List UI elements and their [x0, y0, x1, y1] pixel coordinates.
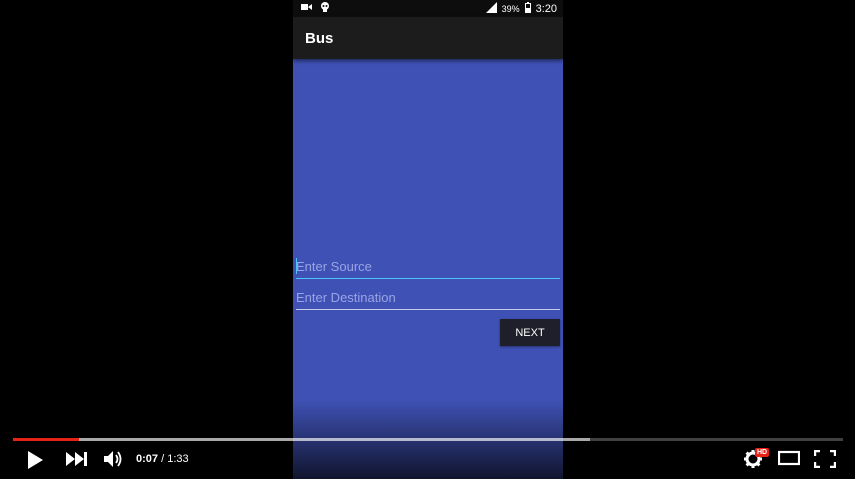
status-time: 3:20 — [535, 3, 557, 15]
battery-icon — [524, 2, 531, 16]
signal-icon — [485, 2, 497, 16]
battery-percent: 39% — [501, 4, 520, 14]
app-title: Bus — [305, 30, 334, 47]
progress-bar[interactable] — [13, 438, 843, 441]
play-icon[interactable] — [26, 450, 44, 475]
buffered-bar — [13, 438, 590, 441]
app-bar: Bus — [293, 17, 563, 59]
hd-badge: HD — [755, 448, 770, 457]
next-video-icon[interactable] — [66, 451, 88, 472]
destination-input[interactable] — [296, 285, 560, 310]
status-bar: 39% 3:20 — [293, 0, 563, 17]
volume-icon[interactable] — [104, 450, 124, 473]
source-input[interactable] — [296, 254, 560, 279]
text-cursor — [296, 258, 297, 274]
video-player[interactable]: 39% 3:20 Bus NEXT 0:07 / 1:33 HD — [0, 0, 855, 479]
next-button[interactable]: NEXT — [500, 319, 560, 346]
current-time: 0:07 — [136, 453, 159, 465]
fullscreen-icon[interactable] — [813, 449, 837, 473]
time-separator: / — [158, 453, 168, 465]
video-camera-icon — [301, 3, 312, 14]
duration: 1:33 — [167, 453, 189, 465]
played-bar — [13, 438, 80, 441]
time-display: 0:07 / 1:33 — [136, 453, 189, 465]
notification-icon — [320, 2, 330, 15]
theater-mode-icon[interactable] — [777, 450, 801, 471]
